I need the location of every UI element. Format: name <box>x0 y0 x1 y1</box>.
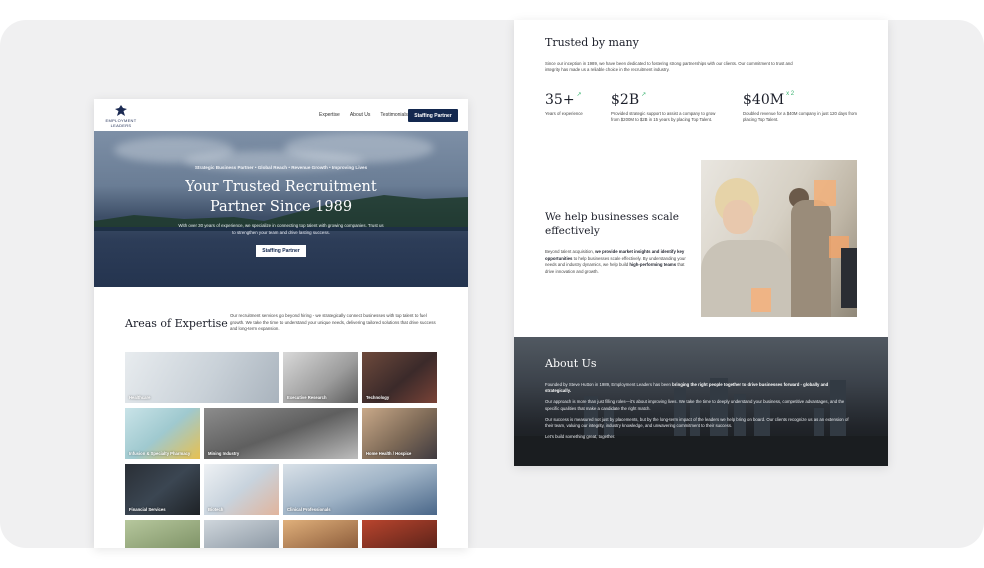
expertise-tile-financial-services[interactable]: Financial Services <box>125 464 200 515</box>
tile-label: Home Health / Hospice <box>366 451 412 456</box>
tile-label: Clinical Professionals <box>287 507 331 512</box>
tile-label: Biotech <box>208 507 224 512</box>
site-header: EMPLOYMENT LEADERS Expertise About Us Te… <box>94 99 468 131</box>
arrow-up-right-icon: ↗ <box>576 92 582 98</box>
stat-years: 35+ ↗ Years of experience <box>545 91 601 117</box>
sticky-note <box>814 180 836 206</box>
trusted-description: Since our inception in 1989, we have bee… <box>545 61 793 73</box>
photo-background-dark <box>841 248 857 308</box>
about-paragraph: Founded by Steve Hutton in 1989, Employm… <box>545 382 853 395</box>
team-collaboration-photo <box>701 160 857 317</box>
photo-person-body <box>791 200 831 317</box>
stat-multiplier: x 2 <box>786 91 795 97</box>
stat-value: $40M <box>743 92 785 108</box>
about-text: Founded by Steve Hutton in 1989, Employm… <box>545 382 673 387</box>
scale-title: We help businesses scale effectively <box>545 211 679 237</box>
expertise-tile-infusion-pharmacy[interactable]: Infusion & Specialty Pharmacy <box>125 408 200 459</box>
expertise-tile-healthcare[interactable]: Healthcare <box>125 352 279 403</box>
scale-description: Beyond talent acquisition, we provide ma… <box>545 249 693 275</box>
expertise-tile-executive-research[interactable]: Executive Research <box>283 352 358 403</box>
about-paragraph: Our success is measured not just by plac… <box>545 416 849 429</box>
hero-subtitle: With over 30 years of experience, we spe… <box>178 223 384 235</box>
expertise-tile-technology[interactable]: Technology <box>362 352 437 403</box>
stat-value: $2B <box>611 92 640 108</box>
homepage-preview: EMPLOYMENT LEADERS Expertise About Us Te… <box>94 99 468 548</box>
expertise-tile-mining-industry[interactable]: Mining Industry <box>204 408 358 459</box>
nav-about-us[interactable]: About Us <box>350 112 371 118</box>
expertise-tile-biotech[interactable]: Biotech <box>204 464 279 515</box>
expertise-tile[interactable] <box>204 520 279 548</box>
tile-label: Infusion & Specialty Pharmacy <box>129 451 191 456</box>
nav-testimonials[interactable]: Testimonials <box>380 112 408 118</box>
scale-text-bold: high-performing teams <box>629 262 677 267</box>
about-body: Founded by Steve Hutton in 1989, Employm… <box>545 382 853 445</box>
nav-expertise[interactable]: Expertise <box>319 112 340 118</box>
hero-section: Strategic Business Partner • Global Reac… <box>94 131 468 287</box>
tile-label: Mining Industry <box>208 451 240 456</box>
logo-line-2: LEADERS <box>110 123 132 128</box>
stat-description: Years of experience <box>545 111 583 116</box>
expertise-description: Our recruitment services go beyond hirin… <box>230 313 436 331</box>
stat-2b: $2B ↗ Provided strategic support to assis… <box>611 91 721 124</box>
photo-person-body <box>701 240 791 317</box>
hero-title: Your Trusted Recruitment Partner Since 1… <box>185 179 377 215</box>
about-paragraph: Let's build something great, together. <box>545 433 616 439</box>
eagle-icon <box>115 105 127 116</box>
expertise-tile[interactable] <box>283 520 358 548</box>
expertise-title: Areas of Expertise <box>125 317 228 330</box>
about-page-preview: Trusted by many Since our inception in 1… <box>514 20 888 466</box>
about-title: About Us <box>545 357 597 370</box>
arrow-up-right-icon: ↗ <box>641 92 647 98</box>
expertise-tile[interactable] <box>125 520 200 548</box>
about-section: About Us Founded by Steve Hutton in 1989… <box>514 337 888 466</box>
expertise-tile[interactable] <box>362 520 437 548</box>
photo-person-face <box>723 200 753 234</box>
stat-description: Provided strategic support to assist a c… <box>611 111 716 123</box>
site-logo[interactable]: EMPLOYMENT LEADERS <box>103 104 139 128</box>
tile-label: Healthcare <box>129 395 151 400</box>
hero-staffing-partner-button[interactable]: Staffing Partner <box>256 245 306 257</box>
trusted-title: Trusted by many <box>545 36 639 49</box>
tile-label: Technology <box>366 395 390 400</box>
stat-value: 35+ <box>545 92 575 108</box>
expertise-tile-home-health[interactable]: Home Health / Hospice <box>362 408 437 459</box>
expertise-tile-clinical-professionals[interactable]: Clinical Professionals <box>283 464 437 515</box>
about-paragraph: Our approach is more than just filling r… <box>545 399 845 411</box>
stat-description: Doubled revenue for a $40M company in ju… <box>743 111 857 123</box>
staffing-partner-button[interactable]: Staffing Partner <box>408 109 458 122</box>
tile-label: Executive Research <box>287 395 327 400</box>
sticky-note <box>751 288 771 312</box>
main-nav: Expertise About Us Testimonials <box>319 112 408 118</box>
tile-label: Financial Services <box>129 507 166 512</box>
stat-40m: $40M x 2 Doubled revenue for a $40M compa… <box>743 91 863 124</box>
scale-text-part: Beyond talent acquisition, <box>545 249 596 254</box>
hero-tagline: Strategic Business Partner • Global Reac… <box>194 165 368 170</box>
